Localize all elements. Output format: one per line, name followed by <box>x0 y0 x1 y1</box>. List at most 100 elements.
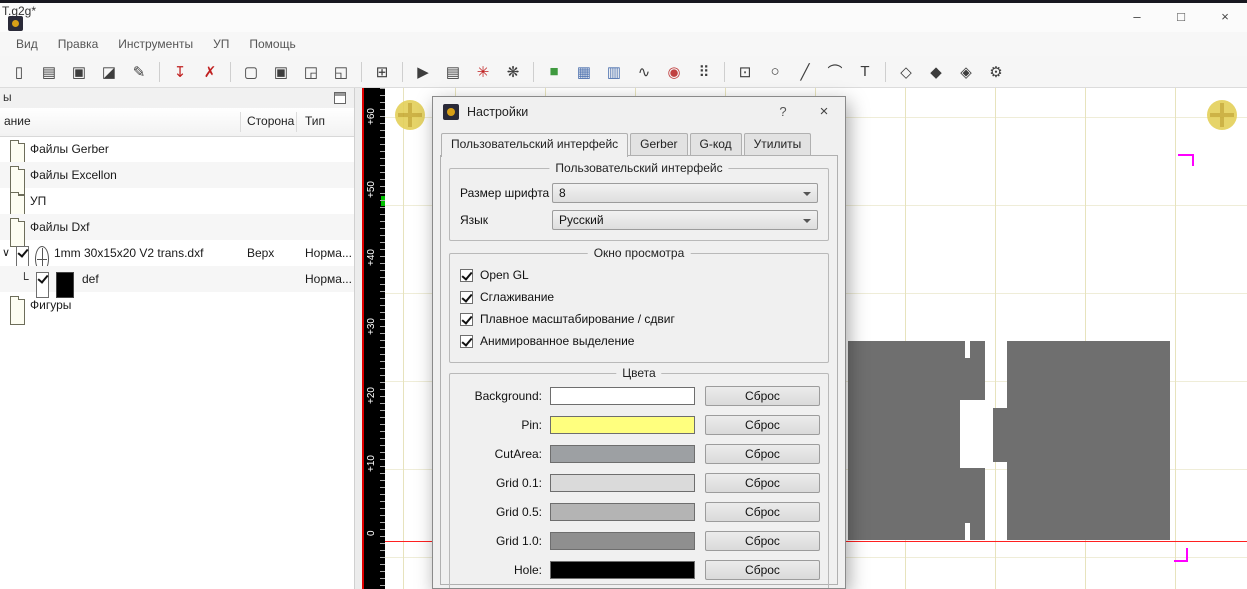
color-swatch-pin[interactable] <box>550 416 695 434</box>
dialog-help-button[interactable]: ? <box>771 101 795 123</box>
add-document-icon[interactable]: ▥ <box>600 58 628 86</box>
ruler-label: +50 <box>366 181 377 199</box>
crop-selection-icon[interactable]: ◱ <box>327 58 355 86</box>
font-size-select[interactable]: 8 <box>552 183 818 203</box>
tab-user-interface[interactable]: Пользовательский интерфейс <box>441 133 629 157</box>
arc-tool-icon[interactable]: ⌒ <box>821 58 849 86</box>
tab-utilities[interactable]: Утилиты <box>743 133 812 156</box>
checkbox-label: Сглаживание <box>480 290 555 304</box>
close-button[interactable]: × <box>1203 5 1247 29</box>
pin-marker-icon[interactable] <box>395 100 425 130</box>
antialiasing-checkbox[interactable] <box>460 290 473 304</box>
tree-row-dxf-files[interactable]: Файлы Dxf <box>0 214 354 247</box>
menu-edit[interactable]: Правка <box>48 34 109 54</box>
reset-button-grid01[interactable]: Сброс <box>705 473 820 493</box>
dialog-close-button[interactable]: × <box>811 101 837 123</box>
panel-splitter[interactable] <box>355 88 362 589</box>
add-rect-blue-icon[interactable]: ▦ <box>570 58 598 86</box>
tree-row-programs[interactable]: УП <box>0 188 354 221</box>
tree-row-dxf-layer[interactable]: └ def Норма... <box>0 266 354 298</box>
reset-button-background[interactable]: Сброс <box>705 386 820 406</box>
reset-button-grid10[interactable]: Сброс <box>705 531 820 551</box>
opengl-checkbox[interactable] <box>460 268 473 282</box>
polygon-settings-icon[interactable]: ⚙ <box>982 58 1010 86</box>
reset-button-hole[interactable]: Сброс <box>705 560 820 580</box>
color-swatch-grid05[interactable] <box>550 503 695 521</box>
tree-item-label: 1mm 30x15x20 V2 trans.dxf <box>54 246 204 260</box>
color-swatch-background[interactable] <box>550 387 695 405</box>
zoom-selection-icon[interactable]: ◲ <box>297 58 325 86</box>
tree-row-shapes[interactable]: Фигуры <box>0 292 354 325</box>
part-shape-right[interactable] <box>1007 341 1170 540</box>
point-tool-icon[interactable]: ⊡ <box>731 58 759 86</box>
color-label: Pin: <box>521 418 542 432</box>
language-select[interactable]: Русский <box>552 210 818 230</box>
type-value: Норма... <box>305 272 352 286</box>
add-rect-green-icon[interactable]: ■ <box>540 58 568 86</box>
menu-view[interactable]: Вид <box>6 34 48 54</box>
tab-gcode[interactable]: G-код <box>689 133 742 156</box>
dialog-titlebar[interactable]: Настройки ? × <box>433 97 845 127</box>
reset-button-cutarea[interactable]: Сброс <box>705 444 820 464</box>
edit-file-icon[interactable]: ✎ <box>125 58 153 86</box>
polygon-merge-icon[interactable]: ◇ <box>892 58 920 86</box>
save-file-icon[interactable]: ▣ <box>65 58 93 86</box>
tree-row-excellon-files[interactable]: Файлы Excellon <box>0 162 354 195</box>
color-label: Grid 0.1: <box>495 476 542 490</box>
column-name[interactable]: ание <box>4 114 31 128</box>
close-file-icon[interactable]: ✗ <box>196 58 224 86</box>
tree-row-gerber-files[interactable]: Файлы Gerber <box>0 136 354 169</box>
tab-gerber[interactable]: Gerber <box>630 133 688 156</box>
reset-button-grid05[interactable]: Сброс <box>705 502 820 522</box>
float-panel-icon[interactable] <box>334 92 346 104</box>
add-circle-red-icon[interactable]: ◉ <box>660 58 688 86</box>
import-file-icon[interactable]: ↧ <box>166 58 194 86</box>
tab-content: Пользовательский интерфейс Размер шрифта… <box>440 155 838 588</box>
menu-help[interactable]: Помощь <box>239 34 305 54</box>
save-as-icon[interactable]: ◪ <box>95 58 123 86</box>
color-swatch-grid10[interactable] <box>550 532 695 550</box>
menu-tools[interactable]: Инструменты <box>108 34 203 54</box>
add-curve-icon[interactable]: ∿ <box>630 58 658 86</box>
column-type[interactable]: Тип <box>305 114 325 128</box>
pin-marker-icon[interactable] <box>1207 100 1237 130</box>
group-view-window: Окно просмотра Open GL Сглаживание Плавн… <box>449 246 829 363</box>
reset-button-pin[interactable]: Сброс <box>705 415 820 435</box>
simulation-ant-icon[interactable]: ❋ <box>499 58 527 86</box>
toolbar-separator <box>159 61 160 82</box>
smooth-zoom-checkbox[interactable] <box>460 312 473 326</box>
color-row-cutarea: CutArea: Сброс <box>458 444 820 464</box>
route-nodes-icon[interactable]: ✳ <box>469 58 497 86</box>
animated-selection-checkbox[interactable] <box>460 334 473 348</box>
text-tool-icon[interactable]: T <box>851 58 879 86</box>
line-tool-icon[interactable]: ╱ <box>791 58 819 86</box>
circle-tool-icon[interactable]: ○ <box>761 58 789 86</box>
color-swatch-hole[interactable] <box>550 561 695 579</box>
run-simulation-icon[interactable]: ▶ <box>409 58 437 86</box>
expander-icon[interactable]: ∨ <box>2 240 10 266</box>
color-swatch-cutarea[interactable] <box>550 445 695 463</box>
select-rect-icon[interactable]: ▢ <box>237 58 265 86</box>
column-side[interactable]: Сторона <box>247 114 294 128</box>
drill-pattern-icon[interactable]: ⠿ <box>690 58 718 86</box>
polygon-copy-icon[interactable]: ◈ <box>952 58 980 86</box>
dialog-title: Настройки <box>467 105 529 119</box>
toolbar-separator <box>885 61 886 82</box>
new-file-icon[interactable]: ▯ <box>5 58 33 86</box>
maximize-button[interactable]: □ <box>1159 5 1203 29</box>
select-all-icon[interactable]: ▣ <box>267 58 295 86</box>
report-icon[interactable]: ▤ <box>439 58 467 86</box>
open-file-icon[interactable]: ▤ <box>35 58 63 86</box>
column-separator <box>240 112 241 132</box>
type-value: Норма... <box>305 246 352 260</box>
minimize-button[interactable]: – <box>1115 5 1159 29</box>
menu-program[interactable]: УП <box>203 34 239 54</box>
window-controls: – □ × <box>1115 5 1247 29</box>
color-swatch-grid01[interactable] <box>550 474 695 492</box>
polygon-rotate-icon[interactable]: ◆ <box>922 58 950 86</box>
toolbar-separator <box>230 61 231 82</box>
column-separator <box>296 112 297 132</box>
snap-grid-icon[interactable]: ⊞ <box>368 58 396 86</box>
corner-marker-bottom <box>1174 560 1188 562</box>
tree-row-dxf-file[interactable]: ∨ 1mm 30x15x20 V2 trans.dxf Верх Норма..… <box>0 240 354 272</box>
